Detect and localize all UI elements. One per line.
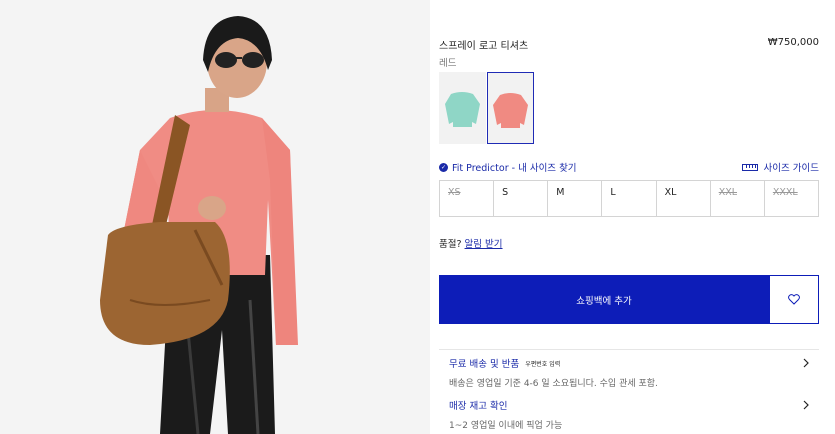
color-swatch-teal[interactable] [439, 72, 486, 144]
chevron-right-icon [803, 358, 809, 368]
size-option[interactable]: S [494, 181, 549, 216]
soldout-prefix: 품절? [439, 239, 465, 250]
fit-predictor-label: Fit Predictor - 내 사이즈 찾기 [452, 163, 577, 174]
size-selector: XS S M L XL XXL XXXL [439, 180, 819, 217]
store-stock-subtitle: 1~2 영업일 이내에 픽업 가능 [449, 421, 563, 431]
size-option[interactable]: XL [657, 181, 711, 216]
fit-predictor-link[interactable]: ✓ Fit Predictor - 내 사이즈 찾기 [439, 160, 577, 174]
store-stock-title: 매장 재고 확인 [449, 401, 508, 412]
store-stock-row[interactable]: 매장 재고 확인 1~2 영업일 이내에 픽업 가능 [439, 392, 819, 434]
color-swatch-red[interactable] [487, 72, 534, 144]
size-guide-link[interactable]: 사이즈 가이드 [741, 160, 819, 174]
soldout-notice: 품절? 알림 받기 [439, 236, 503, 250]
shipping-title: 무료 배송 및 반품 [449, 359, 520, 370]
size-option[interactable]: M [548, 181, 603, 216]
size-guide-label: 사이즈 가이드 [763, 163, 819, 174]
fit-predictor-icon: ✓ [439, 162, 448, 172]
wishlist-button[interactable] [769, 275, 819, 324]
product-page: 스프레이 로고 티셔츠 ₩750,000 레드 ✓ Fit Predictor … [0, 0, 835, 434]
selected-color-name: 레드 [439, 58, 457, 69]
product-title: 스프레이 로고 티셔츠 [439, 41, 529, 52]
product-details-panel: 스프레이 로고 티셔츠 ₩750,000 레드 ✓ Fit Predictor … [439, 0, 819, 434]
shipping-subtitle: 배송은 영업일 기준 4-6 일 소요됩니다. 수입 관세 포함. [449, 379, 658, 389]
shipping-row[interactable]: 무료 배송 및 반품 우편번호 입력 배송은 영업일 기준 4-6 일 소요됩니… [439, 350, 819, 392]
size-option[interactable]: XXL [711, 181, 765, 216]
zip-code-link[interactable]: 우편번호 입력 [525, 359, 560, 368]
product-price: ₩750,000 [767, 37, 819, 48]
ruler-icon [741, 163, 758, 171]
size-option[interactable]: L [602, 181, 657, 216]
product-photo [0, 0, 430, 434]
size-option[interactable]: XXXL [765, 181, 818, 216]
delivery-info: 무료 배송 및 반품 우편번호 입력 배송은 영업일 기준 4-6 일 소요됩니… [439, 349, 819, 434]
size-option[interactable]: XS [440, 181, 495, 216]
notify-me-link[interactable]: 알림 받기 [465, 239, 503, 250]
chevron-right-icon [803, 400, 809, 410]
heart-icon [788, 294, 800, 305]
add-to-bag-button[interactable]: 쇼핑백에 추가 [439, 275, 769, 324]
